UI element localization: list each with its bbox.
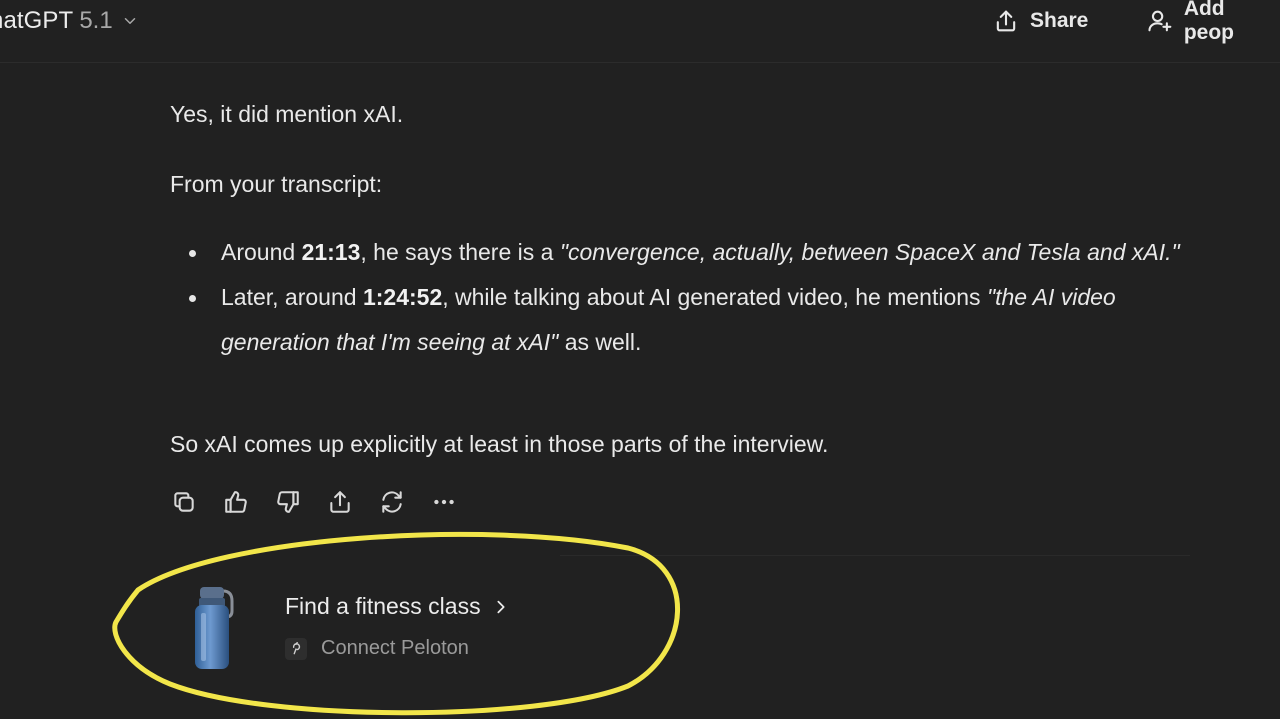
share-message-button[interactable] bbox=[326, 488, 354, 516]
suggestion-card[interactable]: Find a fitness class Connect Peloton bbox=[190, 585, 610, 675]
regenerate-button[interactable] bbox=[378, 488, 406, 516]
regenerate-icon bbox=[382, 491, 402, 513]
copy-icon bbox=[174, 492, 194, 512]
bullet-text: , while talking about AI generated video… bbox=[442, 284, 987, 310]
chevron-right-icon bbox=[497, 600, 505, 613]
model-version: 5.1 bbox=[79, 7, 113, 34]
chevron-down-icon bbox=[124, 18, 135, 24]
water-bottle-icon bbox=[195, 587, 234, 669]
chat-page: hatGPT 5.1 Share Add peop Yes, it did me… bbox=[0, 0, 1280, 719]
peloton-icon bbox=[285, 637, 307, 660]
add-person-icon bbox=[1148, 10, 1172, 32]
list-item: Later, around 1:24:52, while talking abo… bbox=[170, 275, 1210, 365]
share-label: Share bbox=[1030, 9, 1089, 32]
thumbs-up-button[interactable] bbox=[222, 488, 250, 516]
model-switcher[interactable]: hatGPT 5.1 bbox=[0, 6, 139, 36]
suggestion-subtitle-text: Connect Peloton bbox=[321, 637, 469, 659]
thumbs-down-icon bbox=[277, 491, 299, 513]
add-people-button[interactable]: Add peop bbox=[1146, 0, 1280, 44]
quote-text: "convergence, actually, between SpaceX a… bbox=[559, 239, 1180, 265]
share-icon bbox=[330, 491, 350, 513]
divider bbox=[560, 555, 1190, 556]
suggestion-title-text: Find a fitness class bbox=[285, 593, 481, 619]
message-paragraph: From your transcript: bbox=[170, 171, 383, 197]
suggestion-title: Find a fitness class bbox=[285, 593, 509, 620]
timestamp: 21:13 bbox=[301, 239, 361, 265]
thumbs-up-icon bbox=[225, 491, 247, 513]
thumbs-down-button[interactable] bbox=[274, 488, 302, 516]
top-bar: hatGPT 5.1 Share Add peop bbox=[0, 0, 1280, 63]
bullet-text: , he says there is a bbox=[360, 239, 560, 265]
add-people-label: Add peop bbox=[1183, 0, 1234, 44]
suggestion-subtitle: Connect Peloton bbox=[285, 637, 469, 660]
copy-button[interactable] bbox=[170, 488, 198, 516]
bullet-text: Later, around bbox=[221, 284, 363, 310]
message-paragraph: Yes, it did mention xAI. bbox=[170, 101, 404, 127]
more-icon bbox=[434, 499, 454, 505]
share-button[interactable]: Share bbox=[992, 4, 1088, 38]
bullet-text: as well. bbox=[558, 329, 642, 355]
bullet-text: Around bbox=[221, 239, 302, 265]
list-item: Around 21:13, he says there is a "conver… bbox=[170, 230, 1210, 275]
model-name: hatGPT bbox=[0, 7, 74, 34]
upload-icon bbox=[996, 10, 1016, 32]
message-paragraph: So xAI comes up explicitly at least in t… bbox=[170, 431, 829, 457]
bullet-list: Around 21:13, he says there is a "conver… bbox=[170, 230, 1210, 365]
timestamp: 1:24:52 bbox=[362, 284, 443, 310]
message-actions bbox=[170, 488, 458, 516]
more-button[interactable] bbox=[430, 488, 458, 516]
